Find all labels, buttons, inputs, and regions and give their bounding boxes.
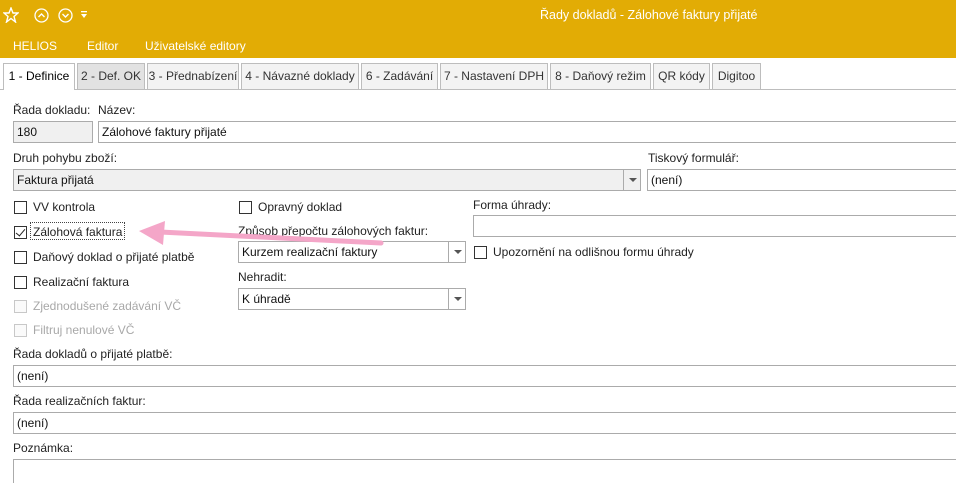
menu-bar: HELIOS Editor Uživatelské editory xyxy=(0,31,956,58)
zpusob-prepoctu-value: Kurzem realizační faktury xyxy=(242,245,378,259)
druh-pohybu-label: Druh pohybu zboží: xyxy=(13,151,118,165)
upozorneni-label[interactable]: Upozornění na odlišnou formu úhrady xyxy=(493,245,694,259)
upozorneni-checkbox[interactable] xyxy=(474,246,487,259)
vv-kontrola-checkbox[interactable] xyxy=(14,201,27,214)
tab-nastaveni-dph[interactable]: 7 - Nastavení DPH xyxy=(440,63,548,89)
filtruj-nenulove-label: Filtruj nenulové VČ xyxy=(33,323,135,337)
opravny-doklad-label[interactable]: Opravný doklad xyxy=(258,200,342,214)
menu-editor[interactable]: Editor xyxy=(87,39,118,53)
nehradit-dropdown-button[interactable] xyxy=(448,289,465,309)
danovy-doklad-label[interactable]: Daňový doklad o přijaté platbě xyxy=(33,250,194,264)
nazev-label: Název: xyxy=(98,103,136,117)
window-title: Řady dokladů - Zálohové faktury přijaté xyxy=(540,8,758,22)
rada-realizacnich-label: Řada realizačních faktur: xyxy=(13,394,146,408)
definition-form: Řada dokladu: 180 Název: Zálohové faktur… xyxy=(0,90,956,483)
danovy-doklad-checkbox[interactable] xyxy=(14,251,27,264)
tab-definice[interactable]: 1 - Definice xyxy=(3,63,75,90)
collapse-circle-icon[interactable] xyxy=(34,8,49,23)
menu-uzivatelske-editory[interactable]: Uživatelské editory xyxy=(145,39,246,53)
tiskovy-formular-field[interactable]: (není) xyxy=(647,169,956,191)
nehradit-select[interactable]: K úhradě xyxy=(238,288,466,310)
zjednodusene-zadavani-label: Zjednodušené zadávání VČ xyxy=(33,299,182,313)
rada-dokladu-label: Řada dokladu: xyxy=(13,103,91,117)
druh-pohybu-value: Faktura přijatá xyxy=(17,173,94,187)
filtruj-nenulove-checkbox xyxy=(14,324,27,337)
focus-indicator xyxy=(30,222,125,240)
nehradit-value: K úhradě xyxy=(242,292,291,306)
forma-uhrady-field[interactable] xyxy=(473,215,956,237)
title-bar: Řady dokladů - Zálohové faktury přijaté xyxy=(0,0,956,31)
poznamka-label: Poznámka: xyxy=(13,441,74,455)
opravny-doklad-checkbox[interactable] xyxy=(239,201,252,214)
tab-danovy-rezim[interactable]: 8 - Daňový režim xyxy=(550,63,651,89)
zalohova-faktura-checkbox[interactable] xyxy=(14,226,27,239)
rada-platbe-field[interactable]: (není) xyxy=(13,365,956,387)
quick-access-dropdown-icon[interactable] xyxy=(80,10,88,20)
zpusob-prepoctu-dropdown-button[interactable] xyxy=(448,242,465,262)
forma-uhrady-label: Forma úhrady: xyxy=(473,198,552,212)
nehradit-label: Nehradit: xyxy=(238,270,287,284)
tab-def-ok[interactable]: 2 - Def. OK xyxy=(77,63,145,89)
rada-realizacnich-field[interactable]: (není) xyxy=(13,412,956,434)
expand-circle-icon[interactable] xyxy=(58,8,73,23)
realizacni-faktura-label[interactable]: Realizační faktura xyxy=(33,275,129,289)
druh-pohybu-select[interactable]: Faktura přijatá xyxy=(13,169,641,191)
tab-prednabizeni[interactable]: 3 - Přednabízení xyxy=(147,63,239,89)
realizacni-faktura-checkbox[interactable] xyxy=(14,276,27,289)
tab-bar: 1 - Definice 2 - Def. OK 3 - Přednabízen… xyxy=(0,58,956,90)
menu-helios[interactable]: HELIOS xyxy=(13,39,57,53)
rada-dokladu-field[interactable]: 180 xyxy=(13,121,93,143)
vv-kontrola-label[interactable]: VV kontrola xyxy=(33,200,95,214)
chevron-down-icon xyxy=(628,178,637,182)
druh-pohybu-dropdown-button[interactable] xyxy=(623,170,640,190)
chevron-down-icon xyxy=(453,250,462,254)
rada-platbe-label: Řada dokladů o přijaté platbě: xyxy=(13,347,173,361)
tiskovy-formular-label: Tiskový formulář: xyxy=(648,151,739,165)
chevron-down-icon xyxy=(453,297,462,301)
zpusob-prepoctu-label: Způsob přepočtu zálohových faktur: xyxy=(238,224,429,238)
nazev-field[interactable]: Zálohové faktury přijaté xyxy=(98,121,956,143)
checkmark-icon xyxy=(15,226,26,237)
zjednodusene-zadavani-checkbox xyxy=(14,300,27,313)
zpusob-prepoctu-select[interactable]: Kurzem realizační faktury xyxy=(238,241,466,263)
tab-qr-kody[interactable]: QR kódy xyxy=(653,63,710,89)
app-logo-icon[interactable] xyxy=(3,7,19,23)
poznamka-textarea[interactable] xyxy=(13,459,956,483)
tab-digitoo[interactable]: Digitoo xyxy=(712,63,761,89)
tab-navazne-doklady[interactable]: 4 - Návazné doklady xyxy=(241,63,359,89)
tab-zadavani[interactable]: 6 - Zadávání xyxy=(361,63,438,89)
